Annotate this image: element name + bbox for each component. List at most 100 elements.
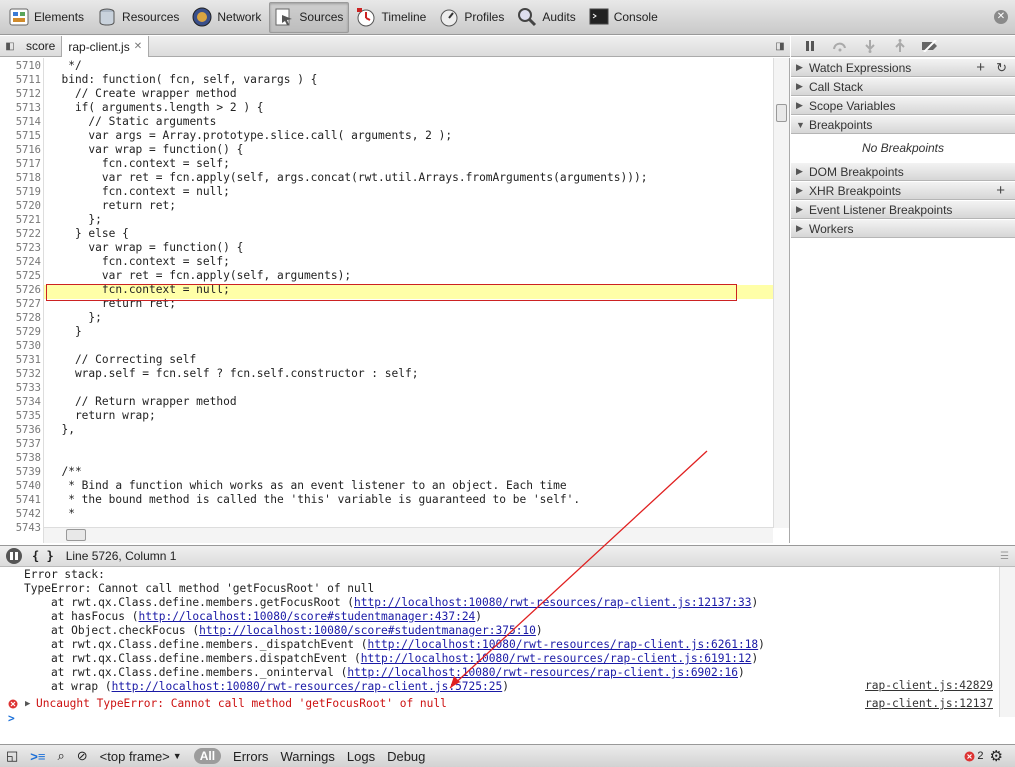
code-line[interactable]: }	[48, 325, 82, 339]
editor-vertical-scrollbar[interactable]	[773, 58, 789, 528]
add-watch-icon[interactable]: +	[976, 59, 985, 77]
code-line[interactable]: },	[48, 423, 74, 437]
line-number[interactable]: 5720	[0, 199, 41, 213]
tab-resources[interactable]: Resources	[92, 2, 185, 33]
tab-score[interactable]: score	[20, 36, 61, 56]
line-number[interactable]: 5736	[0, 423, 41, 437]
expand-arrow-icon[interactable]: ▶	[25, 697, 30, 711]
line-number[interactable]: 5714	[0, 115, 41, 129]
step-into-button[interactable]	[855, 36, 885, 56]
source-link[interactable]: rap-client.js:12137	[865, 697, 993, 711]
line-number[interactable]: 5728	[0, 311, 41, 325]
close-icon[interactable]: ✕	[994, 10, 1008, 24]
editor-horizontal-scrollbar[interactable]	[44, 527, 773, 543]
show-console-icon[interactable]: >≡	[30, 749, 45, 764]
line-number[interactable]: 5732	[0, 367, 41, 381]
tab-timeline[interactable]: Timeline	[351, 2, 432, 33]
filter-warnings-button[interactable]: Warnings	[280, 749, 334, 764]
code-line[interactable]: var args = Array.prototype.slice.call( a…	[48, 129, 452, 143]
line-number[interactable]: 5723	[0, 241, 41, 255]
editor-vertical-scroll-thumb[interactable]	[776, 104, 787, 122]
code-line[interactable]: wrap.self = fcn.self ? fcn.self.construc…	[48, 367, 419, 381]
code-line[interactable]: // Correcting self	[48, 353, 196, 367]
code-editor[interactable]: 5710 5711 5712 5713 5714 5715 5716 5717 5718 5719…	[0, 58, 790, 543]
line-number[interactable]: 5741	[0, 493, 41, 507]
pause-exceptions-button[interactable]	[6, 548, 22, 564]
stack-frame-link[interactable]: http://localhost:10080/rwt-resources/rap…	[347, 666, 738, 679]
line-number[interactable]: 5734	[0, 395, 41, 409]
code-line[interactable]: if( arguments.length > 2 ) {	[48, 101, 264, 115]
step-over-button[interactable]	[825, 36, 855, 56]
code-line[interactable]: fcn.context = self;	[48, 157, 230, 171]
line-number[interactable]: 5719	[0, 185, 41, 199]
stack-frame-link[interactable]: http://localhost:10080/score#studentmana…	[199, 624, 536, 637]
navigator-toggle-icon[interactable]: ◧	[0, 36, 20, 56]
line-number[interactable]: 5710	[0, 59, 41, 73]
stack-frame-link[interactable]: http://localhost:10080/rwt-resources/rap…	[361, 652, 752, 665]
refresh-icon[interactable]: ↻	[996, 59, 1007, 77]
call-stack-header[interactable]: ▶ Call Stack	[791, 77, 1015, 96]
stack-frame-link[interactable]: http://localhost:10080/score#studentmana…	[139, 610, 476, 623]
code-line[interactable]: bind: function( fcn, self, varargs ) {	[48, 73, 317, 87]
line-number[interactable]: 5727	[0, 297, 41, 311]
console-output[interactable]: Error stack: TypeError: Cannot call metho…	[0, 567, 1015, 743]
code-line[interactable]: };	[48, 213, 101, 227]
code-line[interactable]: fcn.context = null;	[48, 185, 230, 199]
frame-select[interactable]: <top frame> ▼	[100, 749, 182, 764]
code-line[interactable]: // Static arguments	[48, 115, 216, 129]
code-line[interactable]: } else {	[48, 227, 129, 241]
code-line[interactable]: // Create wrapper method	[48, 87, 237, 101]
code-line[interactable]: var ret = fcn.apply(self, args.concat(rw…	[48, 171, 648, 185]
line-number[interactable]: 5730	[0, 339, 41, 353]
line-number[interactable]: 5712	[0, 87, 41, 101]
line-number[interactable]: 5722	[0, 227, 41, 241]
line-number[interactable]: 5739	[0, 465, 41, 479]
pretty-print-button[interactable]: { }	[32, 549, 54, 563]
source-link[interactable]: rap-client.js:42829	[865, 679, 993, 693]
line-number[interactable]: 5729	[0, 325, 41, 339]
line-number[interactable]: 5724	[0, 255, 41, 269]
filter-debug-button[interactable]: Debug	[387, 749, 425, 764]
code-line[interactable]: return wrap;	[48, 409, 156, 423]
code-line[interactable]: };	[48, 311, 101, 325]
editor-horizontal-scroll-thumb[interactable]	[66, 529, 86, 541]
tab-sources[interactable]: Sources	[269, 1, 350, 33]
console-scrollbar[interactable]	[999, 567, 1015, 717]
line-number[interactable]: 5721	[0, 213, 41, 227]
breakpoints-header[interactable]: ▼ Breakpoints	[791, 115, 1015, 134]
code-line[interactable]: * Bind a function which works as an even…	[48, 479, 566, 493]
workers-header[interactable]: ▶ Workers	[791, 219, 1015, 238]
stack-frame-link[interactable]: http://localhost:10080/rwt-resources/rap…	[354, 596, 751, 609]
tab-profiles[interactable]: Profiles	[434, 2, 510, 33]
filter-logs-button[interactable]: Logs	[347, 749, 375, 764]
console-prompt[interactable]: >	[8, 712, 15, 726]
line-number[interactable]: 5737	[0, 437, 41, 451]
line-number-gutter[interactable]: 5710 5711 5712 5713 5714 5715 5716 5717 5718 5719…	[0, 58, 44, 543]
code-line[interactable]: var wrap = function() {	[48, 143, 243, 157]
dock-icon[interactable]: ◱	[6, 748, 18, 764]
code-line[interactable]: var ret = fcn.apply(self, arguments);	[48, 269, 351, 283]
search-icon[interactable]: ⌕	[57, 748, 64, 764]
line-number[interactable]: 5716	[0, 143, 41, 157]
add-xhr-breakpoint-icon[interactable]: +	[996, 182, 1005, 200]
tab-audits[interactable]: Audits	[512, 2, 581, 33]
line-number[interactable]: 5725	[0, 269, 41, 283]
dom-breakpoints-header[interactable]: ▶ DOM Breakpoints	[791, 162, 1015, 181]
stack-frame-link[interactable]: http://localhost:10080/rwt-resources/rap…	[368, 638, 759, 651]
line-number[interactable]: 5742	[0, 507, 41, 521]
line-number[interactable]: 5740	[0, 479, 41, 493]
line-number[interactable]: 5743	[0, 521, 41, 535]
line-number[interactable]: 5733	[0, 381, 41, 395]
line-number[interactable]: 5711	[0, 73, 41, 87]
line-number[interactable]: 5735	[0, 409, 41, 423]
deactivate-breakpoints-button[interactable]	[915, 36, 945, 56]
stack-frame-link[interactable]: http://localhost:10080/rwt-resources/rap…	[112, 680, 503, 693]
code-line[interactable]: * the bound method is called the 'this' …	[48, 493, 580, 507]
code-line[interactable]: */	[48, 59, 81, 73]
settings-gear-icon[interactable]: ⚙	[990, 747, 1003, 765]
xhr-breakpoints-header[interactable]: ▶ XHR Breakpoints +	[791, 181, 1015, 200]
tab-console[interactable]: Console	[584, 2, 664, 33]
debugger-sidebar-toggle-icon[interactable]: ◨	[770, 36, 790, 56]
filter-all-button[interactable]: All	[193, 748, 222, 764]
tab-close-icon[interactable]: ✕	[134, 41, 142, 52]
